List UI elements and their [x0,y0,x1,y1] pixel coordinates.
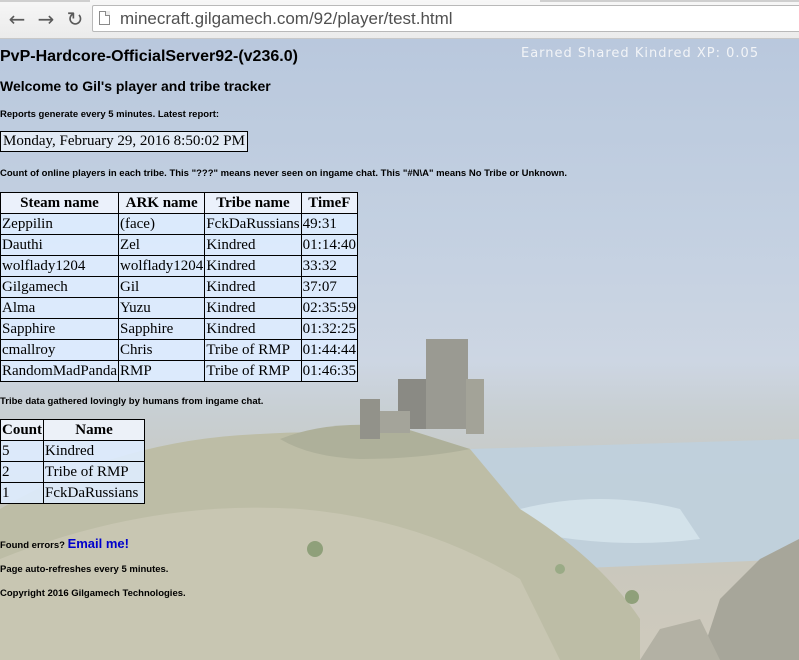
column-header: Count [0,419,45,441]
count-cell: 1 [0,482,45,504]
time-cell: 01:46:35 [300,360,359,382]
players-table-header-row: Steam name ARK name Tribe name TimeF [0,192,359,214]
tribe-count-table: Count Name 5 Kindred 2 Tribe of RMP 1 Fc… [0,419,146,504]
tribe-name-cell: Kindred [204,318,302,340]
tribe-name-cell: Kindred [204,276,302,298]
reports-note: Reports generate every 5 minutes. Latest… [0,109,220,120]
time-cell: 49:31 [300,213,359,235]
server-title: PvP-Hardcore-OfficialServer92-(v236.0) [0,48,298,65]
tribe-table-header-row: Count Name [0,419,146,441]
ark-name-cell: wolflady1204 [117,255,206,277]
tribe-name-cell: Tribe of RMP [43,461,146,483]
tribe-name-cell: Tribe of RMP [204,339,302,361]
address-bar-url[interactable]: minecraft.gilgamech.com/92/player/test.h… [120,9,453,29]
welcome-heading: Welcome to Gil's player and tribe tracke… [0,78,271,94]
steam-name-cell: Gilgamech [0,276,119,298]
table-row: Zeppilin (face) FckDaRussians 49:31 [0,213,359,235]
count-note: Count of online players in each tribe. T… [0,168,568,179]
forward-arrow-icon[interactable]: → [35,8,57,30]
table-row: Dauthi Zel Kindred 01:14:40 [0,234,359,256]
ark-name-cell: Yuzu [117,297,206,319]
steam-name-cell: Alma [0,297,119,319]
time-cell: 01:14:40 [300,234,359,256]
table-row: 1 FckDaRussians [0,482,146,504]
back-arrow-icon[interactable]: ← [6,8,28,30]
refresh-note: Page auto-refreshes every 5 minutes. [0,564,169,575]
ark-name-cell: RMP [117,360,206,382]
count-cell: 5 [0,440,45,462]
table-row: RandomMadPanda RMP Tribe of RMP 01:46:35 [0,360,359,382]
tab-strip-edge [0,0,90,2]
tribe-data-note: Tribe data gathered lovingly by humans f… [0,396,264,407]
latest-report-time: Monday, February 29, 2016 8:50:02 PM [0,131,248,152]
ark-name-cell: (face) [117,213,206,235]
tribe-name-cell: Kindred [204,255,302,277]
tribe-name-cell: Kindred [204,234,302,256]
copyright: Copyright 2016 Gilgamech Technologies. [0,588,186,599]
table-row: wolflady1204 wolflady1204 Kindred 33:32 [0,255,359,277]
table-row: Alma Yuzu Kindred 02:35:59 [0,297,359,319]
column-header: ARK name [117,192,206,214]
steam-name-cell: cmallroy [0,339,119,361]
steam-name-cell: Dauthi [0,234,119,256]
tribe-name-cell: Kindred [204,297,302,319]
ark-name-cell: Gil [117,276,206,298]
time-cell: 37:07 [300,276,359,298]
errors-text: Found errors? [0,540,65,551]
errors-line: Found errors? Email me! [0,536,129,551]
table-row: cmallroy Chris Tribe of RMP 01:44:44 [0,339,359,361]
browser-toolbar: ← → ↻ minecraft.gilgamech.com/92/player/… [0,0,799,39]
table-row: Sapphire Sapphire Kindred 01:32:25 [0,318,359,340]
page-icon [99,11,110,25]
email-link[interactable]: Email me! [68,536,129,551]
column-header: Steam name [0,192,119,214]
reload-icon[interactable]: ↻ [64,8,86,30]
tribe-name-cell: Tribe of RMP [204,360,302,382]
time-cell: 01:32:25 [300,318,359,340]
steam-name-cell: Zeppilin [0,213,119,235]
count-cell: 2 [0,461,45,483]
time-cell: 33:32 [300,255,359,277]
ark-name-cell: Chris [117,339,206,361]
tribe-name-cell: Kindred [43,440,146,462]
ark-name-cell: Sapphire [117,318,206,340]
ark-name-cell: Zel [117,234,206,256]
tab-strip-edge [540,0,799,2]
time-cell: 02:35:59 [300,297,359,319]
table-row: 5 Kindred [0,440,146,462]
time-cell: 01:44:44 [300,339,359,361]
table-row: Gilgamech Gil Kindred 37:07 [0,276,359,298]
xp-readout: Earned Shared Kindred XP: 0.05 [521,46,760,61]
column-header: TimeF [300,192,359,214]
steam-name-cell: wolflady1204 [0,255,119,277]
steam-name-cell: RandomMadPanda [0,360,119,382]
page-viewport: Earned Shared Kindred XP: 0.05 PvP-Hardc… [0,39,799,660]
tribe-name-cell: FckDaRussians [43,482,146,504]
column-header: Name [43,419,146,441]
players-table: Steam name ARK name Tribe name TimeF Zep… [0,192,359,382]
tribe-name-cell: FckDaRussians [204,213,302,235]
steam-name-cell: Sapphire [0,318,119,340]
column-header: Tribe name [204,192,302,214]
address-bar[interactable]: minecraft.gilgamech.com/92/player/test.h… [92,5,799,32]
table-row: 2 Tribe of RMP [0,461,146,483]
